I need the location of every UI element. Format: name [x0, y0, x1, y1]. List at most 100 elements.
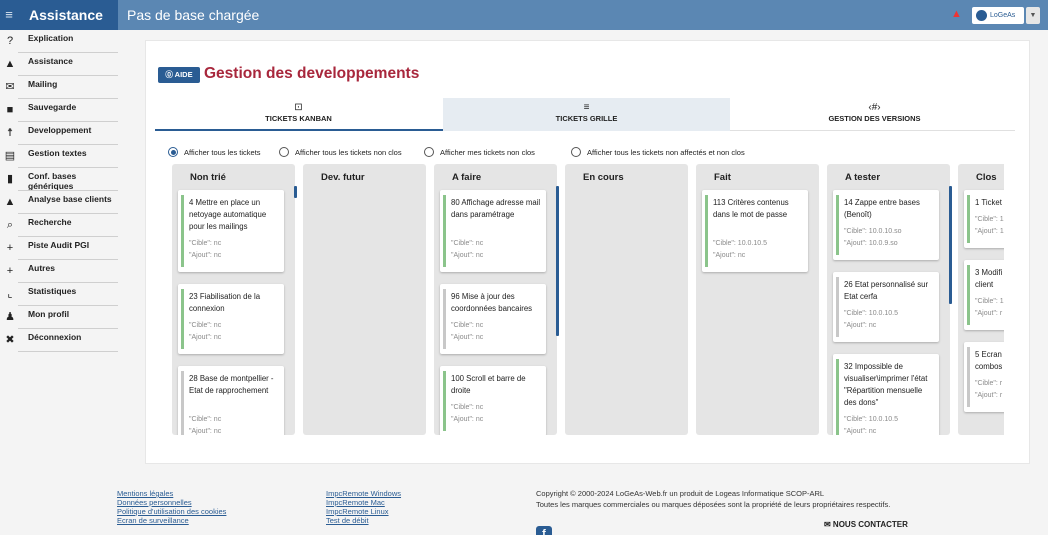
sidebar-item-13[interactable]: ♟ Mon profil	[0, 306, 118, 329]
kanban-column: Fait 113 Critères contenus dans le mot de…	[696, 164, 819, 435]
sidebar-item-9[interactable]: ⌕ Recherche	[0, 214, 118, 237]
column-scrollbar[interactable]	[556, 186, 559, 336]
code-icon: ‹#›	[868, 102, 881, 113]
ticket-title: 32 Impossible de visualiser\imprimer l'é…	[844, 362, 928, 407]
ticket-title: 26 Etat personnalisé sur Etat cerfa	[844, 280, 929, 301]
user-label: LoGeAs	[990, 12, 1016, 19]
ticket-title: 100 Scroll et barre de droite	[451, 374, 526, 395]
sidebar-item-14[interactable]: ✖ Déconnexion	[0, 329, 118, 352]
user-button[interactable]: LoGeAs	[972, 7, 1024, 24]
help-button[interactable]: ⓪ AIDE	[158, 67, 200, 83]
ticket-added: "Ajout": r	[975, 310, 1003, 317]
logeas-logo-icon	[976, 10, 987, 21]
close-circle-icon: ✖	[5, 334, 15, 346]
sidebar-item-12[interactable]: ⌞ Statistiques	[0, 283, 118, 306]
app-name: Assistance	[18, 0, 118, 30]
ticket-target: "Cible": 1	[975, 216, 1004, 223]
ticket-card[interactable]: 96 Mise à jour des coordonnées bancaires…	[440, 284, 546, 354]
sidebar-item-label: Assistance	[28, 56, 73, 66]
sidebar-item-label: Mailing	[28, 79, 58, 89]
tab-code[interactable]: ‹#› GESTION DES VERSIONS	[731, 98, 1018, 131]
footer: Mentions légales Données personnelles Po…	[0, 485, 1048, 535]
ticket-card[interactable]: 5 Ecran a dev - Eff. combos "Cible": r "Aj…	[964, 342, 1004, 412]
ticket-card[interactable]: 113 Critères contenus dans le mot de pas…	[702, 190, 808, 272]
ticket-card[interactable]: 23 Fiabilisation de la connexion "Cible":…	[178, 284, 284, 354]
sidebar-item-label: Conf. bases génériques	[28, 171, 77, 191]
ticket-card[interactable]: 3 Modifi sécurité connecti client "Cible"…	[964, 260, 1004, 330]
bell-icon[interactable]: ▲	[951, 8, 962, 21]
ticket-status-stripe	[181, 371, 184, 435]
ticket-added: "Ajout": 10.0.9.so	[844, 240, 898, 247]
sidebar-item-4[interactable]: ■ Sauvegarde	[0, 99, 118, 122]
column-title: Dev. futur	[321, 172, 365, 183]
ticket-card[interactable]: 80 Affichage adresse mail dans paramétra…	[440, 190, 546, 272]
kanban-column: Clos 1 Ticket "Cible": 1 "Ajout": 1 3 Modifi…	[958, 164, 1004, 435]
ticket-card[interactable]: 1 Ticket "Cible": 1 "Ajout": 1	[964, 190, 1004, 248]
sidebar-item-6[interactable]: ▤ Gestion textes	[0, 145, 118, 168]
kanban-column: Dev. futur	[303, 164, 426, 435]
ticket-card[interactable]: 100 Scroll et barre de droite "Cible": nc…	[440, 366, 546, 435]
ticket-card[interactable]: 26 Etat personnalisé sur Etat cerfa "Cibl…	[833, 272, 939, 342]
column-scrollbar[interactable]	[949, 186, 952, 304]
ticket-card[interactable]: 14 Zappe entre bases (Benoît) "Cible": 10…	[833, 190, 939, 260]
sidebar: ? Explication ▲ Assistance ✉ Mailing ■ Sauvegar…	[0, 30, 118, 535]
bookmark-icon: ▮	[6, 173, 14, 185]
sidebar-item-label: Autres	[28, 263, 55, 273]
ticket-title: 113 Critères contenus dans le mot de pas…	[713, 198, 789, 219]
warning-icon: ▲	[4, 196, 16, 208]
ticket-card[interactable]: 28 Base de montpellier - Etat de rapproc…	[178, 366, 284, 435]
contact-button[interactable]: ✉ NOUS CONTACTER	[824, 520, 908, 529]
grid-icon: ≡	[583, 102, 590, 113]
footer-link-debit[interactable]: Test de débit	[326, 516, 369, 526]
radio-circle[interactable]	[168, 147, 178, 157]
ticket-card[interactable]: 32 Impossible de visualiser\imprimer l'é…	[833, 354, 939, 435]
ticket-title: 23 Fiabilisation de la connexion	[189, 292, 261, 313]
sidebar-item-3[interactable]: ✉ Mailing	[0, 76, 118, 99]
sidebar-item-11[interactable]: + Autres	[0, 260, 118, 283]
radio-circle[interactable]	[571, 147, 581, 157]
ticket-title: 1 Ticket	[975, 198, 1002, 207]
ticket-status-stripe	[181, 289, 184, 349]
column-title: En cours	[583, 172, 624, 183]
tab-kanban[interactable]: ⊡ TICKETS KANBAN	[155, 98, 442, 131]
column-title: A tester	[845, 172, 881, 183]
hamburger-icon[interactable]: ≡	[0, 0, 18, 30]
chevron-down-icon[interactable]: ▼	[1026, 7, 1040, 24]
radio-label: Afficher mes tickets non clos	[440, 148, 535, 157]
sidebar-item-label: Recherche	[28, 217, 72, 227]
sidebar-item-2[interactable]: ▲ Assistance	[0, 53, 118, 76]
ticket-added: "Ajout": nc	[844, 428, 877, 435]
ticket-status-stripe	[836, 359, 839, 435]
sidebar-item-10[interactable]: + Piste Audit PGI	[0, 237, 118, 260]
ticket-target: "Cible": 10.0.10.5	[844, 416, 899, 423]
ticket-card[interactable]: 4 Mettre en place un netoyage automatiqu…	[178, 190, 284, 272]
column-scrollbar[interactable]	[294, 186, 297, 198]
facebook-icon[interactable]: f	[536, 526, 552, 535]
ticket-filter-group: Afficher tous les tickets Afficher tous l…	[168, 147, 868, 159]
ticket-added: "Ajout": 1	[975, 228, 1004, 235]
sidebar-item-5[interactable]: ☨ Developpement	[0, 122, 118, 145]
radio-circle[interactable]	[279, 147, 289, 157]
tab-label: TICKETS GRILLE	[555, 114, 618, 123]
ticket-added: "Ajout": nc	[451, 334, 484, 341]
sidebar-item-1[interactable]: ? Explication	[0, 30, 118, 53]
ticket-title: 14 Zappe entre bases (Benoît)	[844, 198, 920, 219]
ticket-added: "Ajout": nc	[713, 252, 746, 259]
column-title: Fait	[714, 172, 731, 183]
tab-grid[interactable]: ≡ TICKETS GRILLE	[443, 98, 730, 131]
ticket-target: "Cible": nc	[189, 416, 222, 423]
sidebar-item-7[interactable]: ▮ Conf. bases génériques	[0, 168, 118, 191]
ticket-target: "Cible": 10.0.10.5	[713, 240, 768, 247]
radio-circle[interactable]	[424, 147, 434, 157]
ticket-added: "Ajout": nc	[189, 428, 222, 435]
plus-icon: +	[6, 242, 14, 254]
footer-link-surveillance[interactable]: Ecran de surveillance	[117, 516, 189, 526]
ticket-title: 5 Ecran a dev - Eff. combos	[975, 350, 1004, 371]
ticket-target: "Cible": nc	[451, 240, 484, 247]
sidebar-item-label: Gestion textes	[28, 148, 87, 158]
sidebar-item-8[interactable]: ▲ Analyse base clients	[0, 191, 118, 214]
tab-label: TICKETS KANBAN	[265, 114, 332, 123]
ticket-title: 80 Affichage adresse mail dans paramétra…	[451, 198, 541, 219]
ticket-added: "Ajout": nc	[844, 322, 877, 329]
ticket-added: "Ajout": nc	[189, 252, 222, 259]
